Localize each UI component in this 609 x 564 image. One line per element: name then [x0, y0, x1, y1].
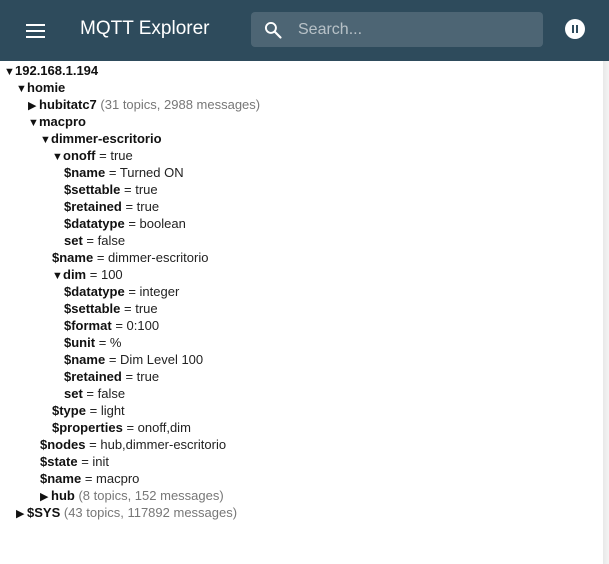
tree-leaf-dimmer-type[interactable]: $type = light — [0, 402, 603, 419]
tree-node-macpro[interactable]: ▼macpro — [0, 113, 603, 130]
tree-leaf-dimmer-name[interactable]: $name = dimmer-escritorio — [0, 249, 603, 266]
scrollbar-track[interactable] — [603, 61, 609, 564]
tree-leaf-dim-datatype[interactable]: $datatype = integer — [0, 283, 603, 300]
tree-leaf-dim-name[interactable]: $name = Dim Level 100 — [0, 351, 603, 368]
tree-node-onoff[interactable]: ▼onoff = true — [0, 147, 603, 164]
tree-leaf-macpro-name[interactable]: $name = macpro — [0, 470, 603, 487]
collapsed-triangle-icon[interactable]: ▶ — [16, 506, 27, 523]
search-input[interactable] — [298, 12, 533, 47]
tree-node-root[interactable]: ▼192.168.1.194 — [0, 62, 603, 79]
pause-icon[interactable] — [565, 19, 585, 39]
tree-leaf-dim-retained[interactable]: $retained = true — [0, 368, 603, 385]
tree-node-sys[interactable]: ▶ $SYS (43 topics, 117892 messages) — [0, 504, 603, 521]
tree-leaf-dim-set[interactable]: set = false — [0, 385, 603, 402]
tree-leaf-onoff-name[interactable]: $name = Turned ON — [0, 164, 603, 181]
search-box[interactable] — [251, 12, 543, 47]
tree-leaf-onoff-set[interactable]: set = false — [0, 232, 603, 249]
tree-leaf-dim-settable[interactable]: $settable = true — [0, 300, 603, 317]
search-icon — [264, 21, 282, 39]
tree-leaf-onoff-datatype[interactable]: $datatype = boolean — [0, 215, 603, 232]
tree-leaf-onoff-retained[interactable]: $retained = true — [0, 198, 603, 215]
tree-leaf-onoff-settable[interactable]: $settable = true — [0, 181, 603, 198]
tree-node-dimmer-escritorio[interactable]: ▼dimmer-escritorio — [0, 130, 603, 147]
tree-node-homie[interactable]: ▼homie — [0, 79, 603, 96]
tree-node-hub[interactable]: ▶ hub (8 topics, 152 messages) — [0, 487, 603, 504]
topic-tree: ▼192.168.1.194 ▼homie ▶ hubitatc7 (31 top… — [0, 61, 603, 564]
hamburger-menu-icon[interactable] — [24, 19, 48, 43]
tree-node-dim[interactable]: ▼dim = 100 — [0, 266, 603, 283]
tree-leaf-dim-format[interactable]: $format = 0:100 — [0, 317, 603, 334]
tree-leaf-macpro-state[interactable]: $state = init — [0, 453, 603, 470]
tree-leaf-macpro-nodes[interactable]: $nodes = hub,dimmer-escritorio — [0, 436, 603, 453]
tree-leaf-dim-unit[interactable]: $unit = % — [0, 334, 603, 351]
app-title: MQTT Explorer — [80, 18, 210, 39]
tree-node-hubitatc7[interactable]: ▶ hubitatc7 (31 topics, 2988 messages) — [0, 96, 603, 113]
tree-leaf-dimmer-properties[interactable]: $properties = onoff,dim — [0, 419, 603, 436]
app-bar: MQTT Explorer — [0, 0, 609, 61]
